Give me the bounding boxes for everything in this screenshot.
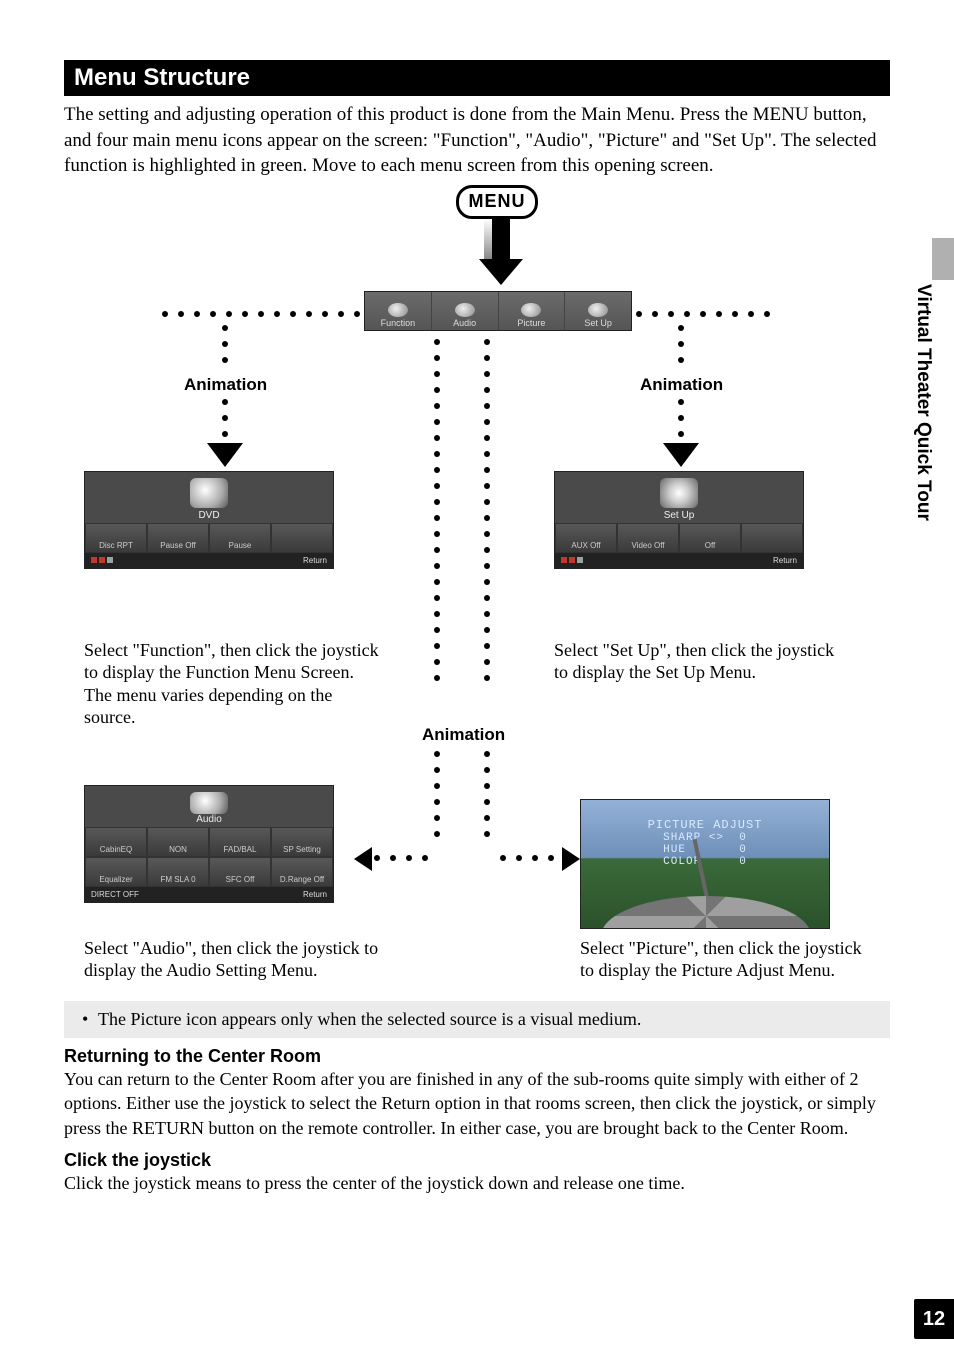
menu-button[interactable]: MENU [456,185,538,219]
picture-line[interactable]: SHARP <> 0 [581,832,829,844]
audio-tile[interactable]: CabinEQ [85,827,147,857]
dots-col [484,751,490,837]
tab-label: Audio [453,318,476,328]
umbrella-icon [601,896,811,929]
picture-title: PICTURE ADJUST [581,800,829,832]
note-text: The Picture icon appears only when the s… [98,1009,641,1029]
audio-tile[interactable]: NON [147,827,209,857]
indicator-dots [91,556,115,565]
setup-menu-screen: Set Up AUX Off Video Off Off Return [554,471,804,569]
dots-row [374,855,428,861]
arrow-down-icon [207,443,243,467]
function-icon [388,303,408,317]
dots-col [434,339,440,681]
setup-splash-icon [660,478,698,508]
picture-caption: Select "Picture", then click the joystic… [580,937,870,982]
function-menu-screen: DVD Disc RPT Pause Off Pause Return [84,471,334,569]
direct-label: DIRECT OFF [91,890,139,899]
arrow-down-icon [663,443,699,467]
picture-line[interactable]: COLOR 0 [581,856,829,868]
dots-row [500,855,554,861]
menu-structure-diagram: MENU Function Audio Picture Set Up Anima… [64,185,890,995]
section-title: Menu Structure [64,60,890,96]
screen-title: Audio [85,814,333,827]
audio-tile[interactable]: SP Setting [271,827,333,857]
animation-label-center: Animation [422,725,505,745]
tab-picture[interactable]: Picture [499,292,566,330]
animation-label-left: Animation [184,375,267,395]
status-tile[interactable]: Pause Off [147,523,209,553]
dots-col [484,339,490,681]
screen-title: Set Up [555,508,803,523]
status-tile[interactable]: Pause [209,523,271,553]
tab-function[interactable]: Function [365,292,432,330]
dots-col [222,399,228,437]
picture-adjust-screen: PICTURE ADJUST SHARP <> 0 HUE 0 COLOR 0 [580,799,830,929]
picture-line[interactable]: HUE 0 [581,844,829,856]
setup-icon [588,303,608,317]
tab-audio[interactable]: Audio [432,292,499,330]
setup-caption: Select "Set Up", then click the joystick… [554,639,844,684]
tab-label: Set Up [584,318,612,328]
function-caption: Select "Function", then click the joysti… [84,639,384,729]
dvd-disc-icon [190,478,228,508]
return-button[interactable]: Return [303,556,327,565]
status-tile [271,523,333,553]
click-heading: Click the joystick [64,1150,890,1171]
audio-speaker-icon [190,792,228,814]
dots-col [222,325,228,363]
dots-col [434,751,440,837]
return-button[interactable]: Return [773,556,797,565]
audio-tile[interactable]: Equalizer [85,857,147,887]
returning-body: You can return to the Center Room after … [64,1067,890,1140]
tab-label: Picture [517,318,545,328]
status-tile [741,523,803,553]
page-content: Menu Structure The setting and adjusting… [0,0,954,1195]
arrow-left-icon [354,847,372,871]
note-box: •The Picture icon appears only when the … [64,1001,890,1038]
status-tile[interactable]: Disc RPT [85,523,147,553]
animation-label-right: Animation [640,375,723,395]
page-number: 12 [914,1299,954,1339]
audio-tile[interactable]: FM SLA 0 [147,857,209,887]
dots-row [636,311,770,317]
tab-setup[interactable]: Set Up [565,292,631,330]
intro-paragraph: The setting and adjusting operation of t… [64,102,890,179]
dots-col [678,399,684,437]
picture-icon [521,303,541,317]
status-tile[interactable]: AUX Off [555,523,617,553]
indicator-dots [561,556,585,565]
audio-tile[interactable]: D.Range Off [271,857,333,887]
dots-col [678,325,684,363]
audio-caption: Select "Audio", then click the joystick … [84,937,384,982]
audio-menu-screen: Audio CabinEQ NON FAD/BAL SP Setting Equ… [84,785,334,903]
click-body: Click the joystick means to press the ce… [64,1171,890,1195]
audio-tile[interactable]: FAD/BAL [209,827,271,857]
arrow-down-icon [479,259,523,285]
status-tile[interactable]: Off [679,523,741,553]
return-button[interactable]: Return [303,890,327,899]
status-tile[interactable]: Video Off [617,523,679,553]
dots-row [162,311,360,317]
arrow-right-icon [562,847,580,871]
main-menu-bar: Function Audio Picture Set Up [364,291,632,331]
audio-tile[interactable]: SFC Off [209,857,271,887]
screen-title: DVD [85,508,333,523]
tab-label: Function [381,318,416,328]
audio-icon [455,303,475,317]
returning-heading: Returning to the Center Room [64,1046,890,1067]
